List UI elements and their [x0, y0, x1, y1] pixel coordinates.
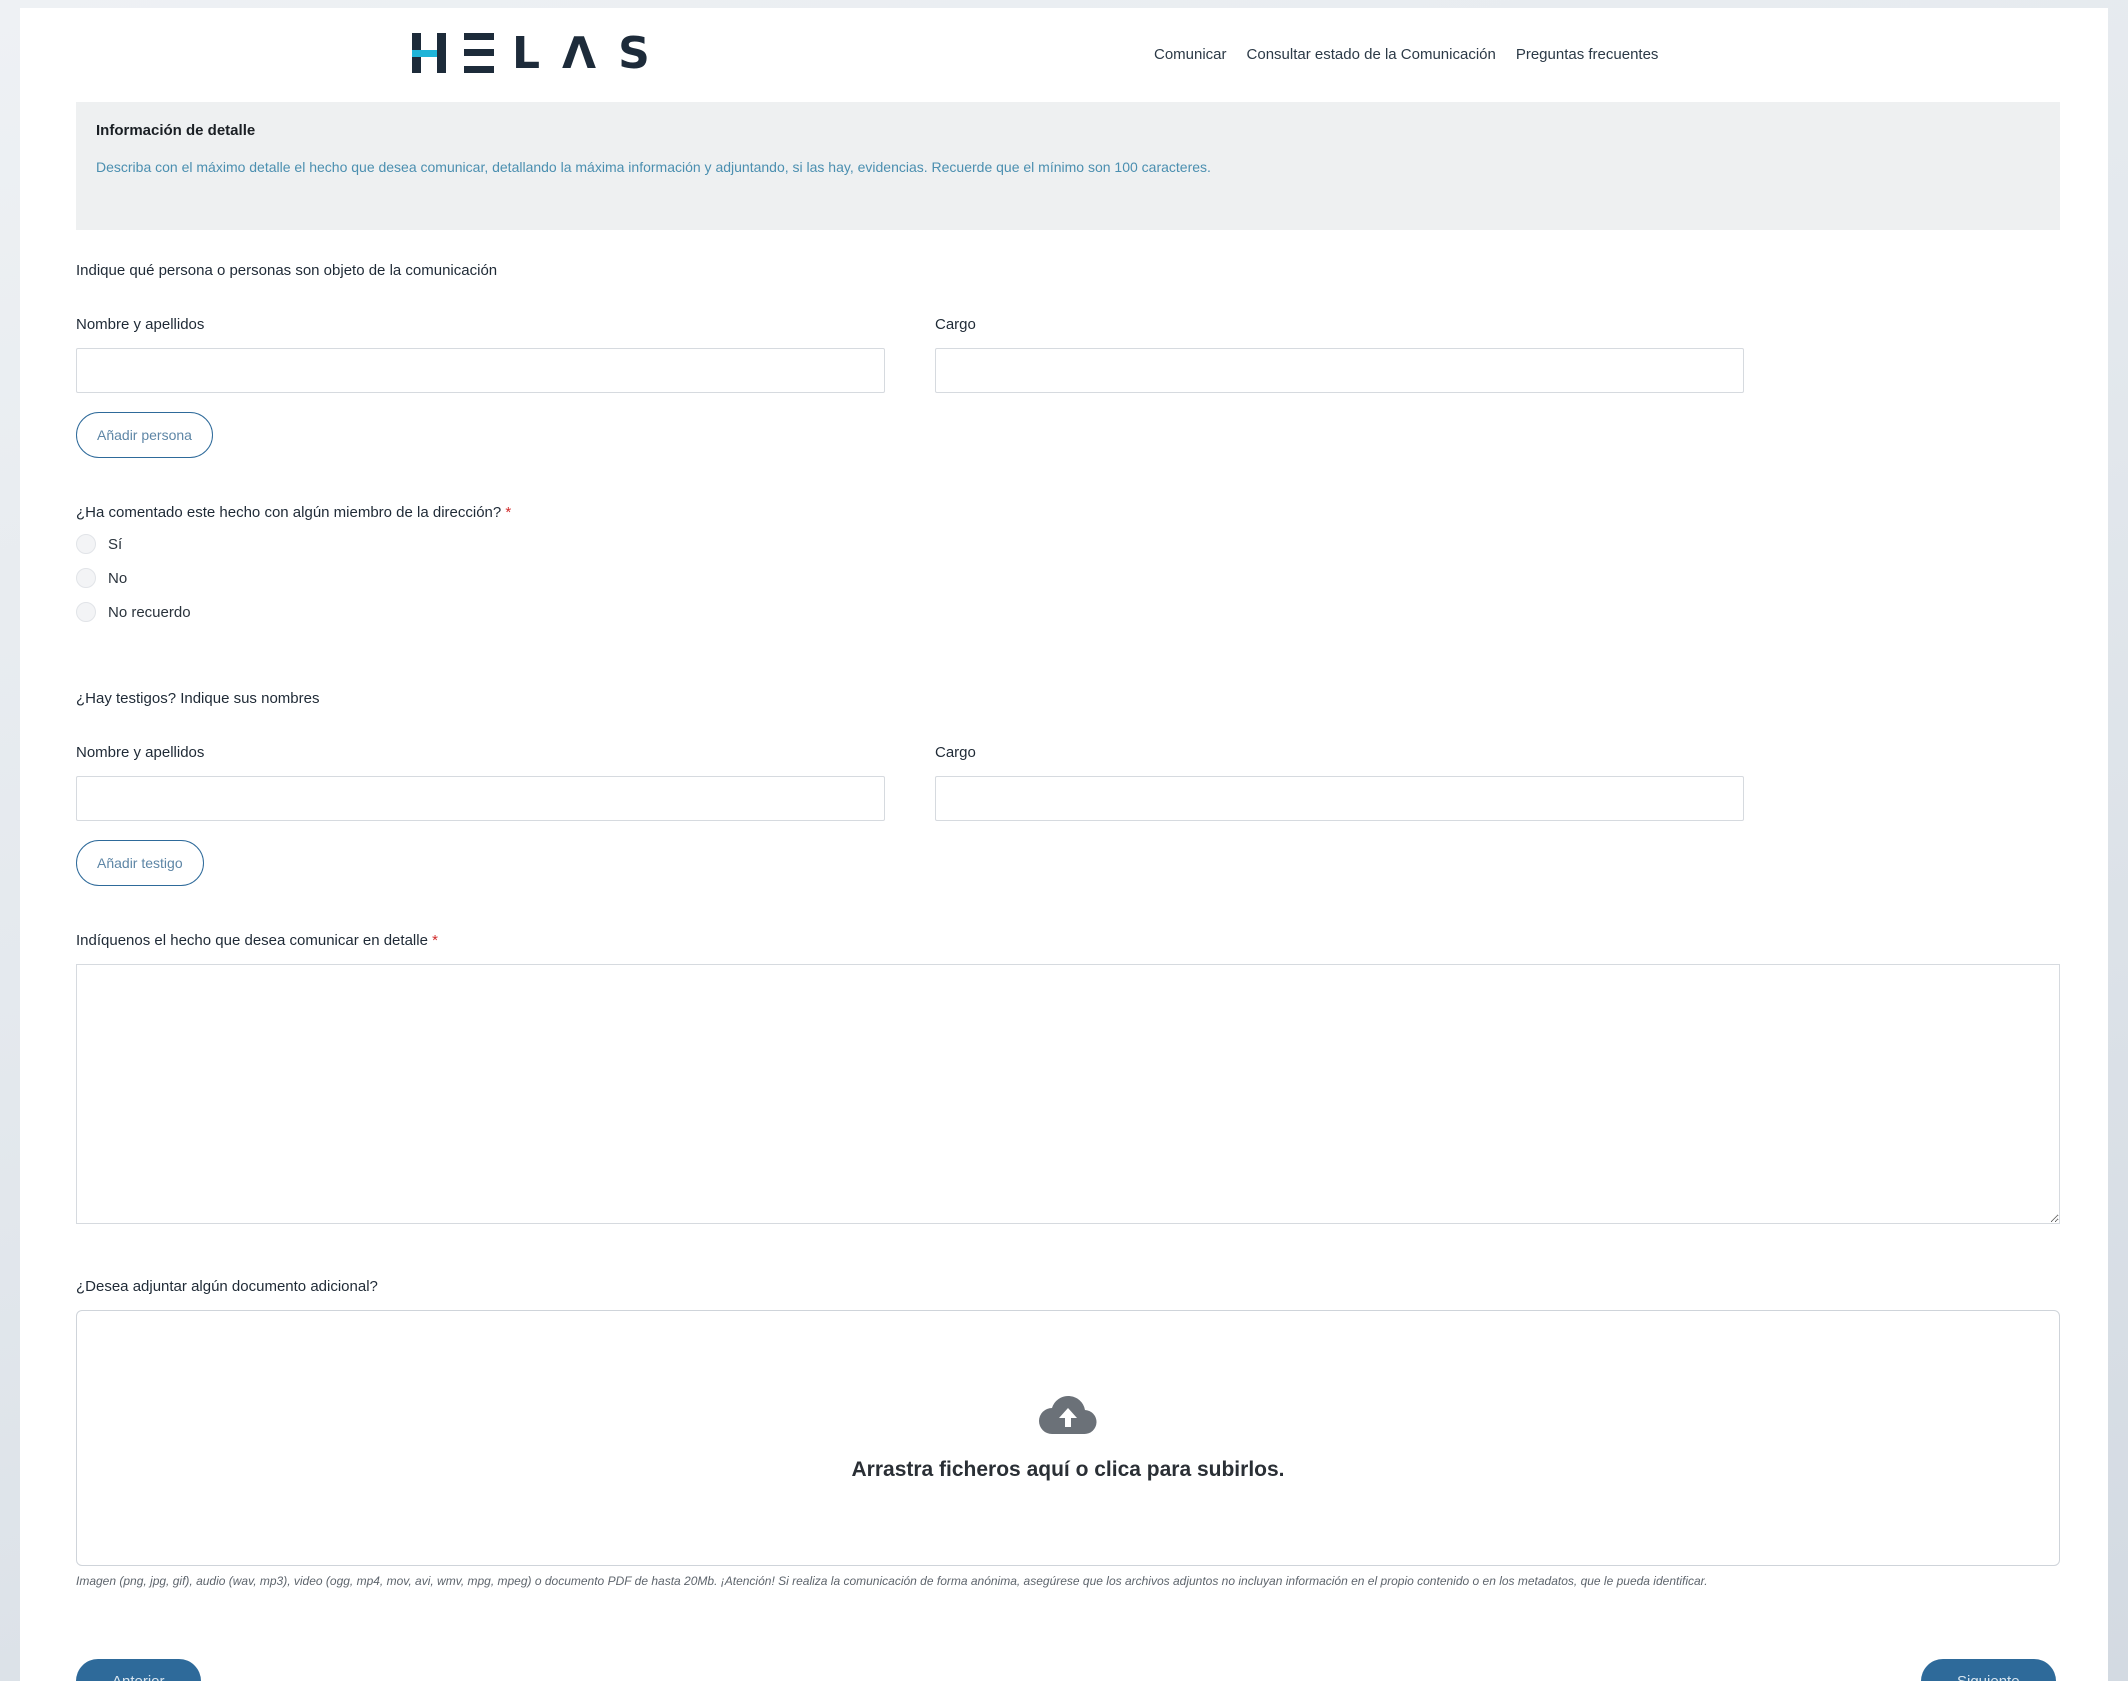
add-person-button[interactable]: Añadir persona — [76, 412, 213, 458]
witnesses-role-label: Cargo — [935, 744, 976, 761]
radio-circle[interactable] — [76, 602, 96, 622]
main-nav: Comunicar Consultar estado de la Comunic… — [1154, 46, 1658, 63]
nav-consultar-estado[interactable]: Consultar estado de la Comunicación — [1247, 46, 1496, 63]
site-header: L Λ S Comunicar Consultar estado de la C… — [20, 8, 2108, 98]
previous-button[interactable]: Anterior — [76, 1659, 201, 1681]
radio-label: No recuerdo — [108, 603, 191, 621]
nav-preguntas-frecuentes[interactable]: Preguntas frecuentes — [1516, 46, 1659, 63]
radio-circle[interactable] — [76, 534, 96, 554]
logo-s: S — [618, 27, 654, 79]
radio-option-si[interactable]: Sí — [76, 534, 122, 554]
direction-question: ¿Ha comentado este hecho con algún miemb… — [76, 504, 511, 521]
cloud-upload-icon — [1039, 1395, 1097, 1435]
radio-option-no-recuerdo[interactable]: No recuerdo — [76, 602, 191, 622]
info-title: Información de detalle — [96, 122, 256, 139]
persons-name-input[interactable] — [76, 348, 885, 393]
detail-label-text: Indíquenos el hecho que desea comunicar … — [76, 932, 428, 949]
add-witness-button[interactable]: Añadir testigo — [76, 840, 204, 886]
attachments-question: ¿Desea adjuntar algún documento adiciona… — [76, 1278, 378, 1295]
witnesses-name-input[interactable] — [76, 776, 885, 821]
logo-e-mark — [464, 33, 494, 73]
file-dropzone[interactable]: Arrastra ficheros aquí o clica para subi… — [76, 1310, 2060, 1566]
radio-option-no[interactable]: No — [76, 568, 127, 588]
nav-comunicar[interactable]: Comunicar — [1154, 46, 1227, 63]
persons-name-label: Nombre y apellidos — [76, 316, 205, 333]
radio-label: Sí — [108, 535, 123, 553]
logo-h-mark — [412, 33, 446, 73]
next-button[interactable]: Siguiente — [1921, 1659, 2056, 1681]
direction-question-text: ¿Ha comentado este hecho con algún miemb… — [76, 504, 502, 521]
dropzone-text: Arrastra ficheros aquí o clica para subi… — [851, 1458, 1285, 1481]
helas-logo[interactable]: L Λ S — [412, 27, 654, 79]
persons-question: Indique qué persona o personas son objet… — [76, 262, 498, 279]
logo-l: L — [512, 27, 545, 79]
persons-role-input[interactable] — [935, 348, 1744, 393]
witnesses-role-input[interactable] — [935, 776, 1744, 821]
attachments-note: Imagen (png, jpg, gif), audio (wav, mp3)… — [76, 1574, 1708, 1588]
radio-label: No — [108, 569, 128, 587]
required-mark: * — [432, 932, 438, 949]
info-description: Describa con el máximo detalle el hecho … — [96, 159, 1211, 175]
detail-label: Indíquenos el hecho que desea comunicar … — [76, 932, 438, 949]
logo-a: Λ — [562, 27, 601, 79]
persons-role-label: Cargo — [935, 316, 976, 333]
info-box: Información de detalle Describa con el m… — [76, 102, 2060, 230]
required-mark: * — [505, 504, 512, 521]
form-page: L Λ S Comunicar Consultar estado de la C… — [20, 8, 2108, 1681]
detail-textarea[interactable] — [76, 964, 2060, 1224]
radio-circle[interactable] — [76, 568, 96, 588]
witnesses-name-label: Nombre y apellidos — [76, 744, 205, 761]
witnesses-question: ¿Hay testigos? Indique sus nombres — [76, 690, 320, 707]
